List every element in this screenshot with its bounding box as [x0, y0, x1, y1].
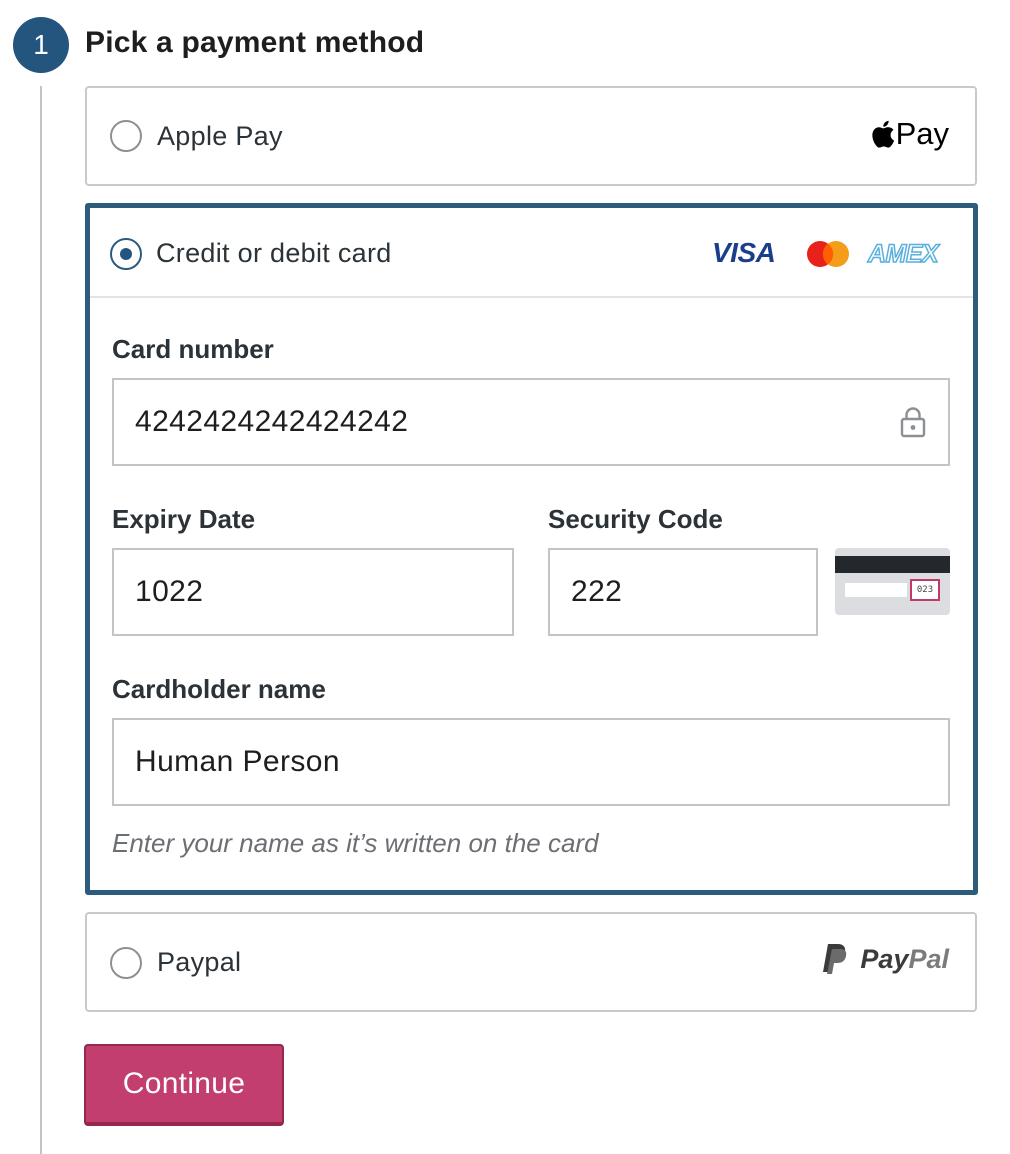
card-number-value: 4242424242424242: [135, 405, 409, 438]
apple-pay-radio[interactable]: [110, 120, 142, 152]
step-connector-line: [40, 86, 42, 1154]
mastercard-logo: [807, 241, 849, 267]
cvc-card-signature: [845, 583, 907, 597]
apple-icon: [871, 120, 894, 148]
card-radio[interactable]: [110, 238, 142, 270]
cardholder-name-value: Human Person: [135, 745, 340, 778]
payment-option-apple-pay[interactable]: Apple Pay Pay: [85, 86, 977, 186]
visa-logo: VISA: [712, 237, 776, 268]
card-number-input[interactable]: 4242424242424242: [112, 378, 950, 466]
paypal-logo-text-a: Pay: [860, 943, 909, 974]
expiry-date-input[interactable]: 1022: [112, 548, 514, 636]
cardholder-name-label: Cardholder name: [112, 674, 326, 704]
cardholder-name-input[interactable]: Human Person: [112, 718, 950, 806]
cardholder-name-hint: Enter your name as it’s written on the c…: [112, 828, 599, 858]
paypal-radio[interactable]: [110, 947, 142, 979]
card-number-label: Card number: [112, 334, 274, 364]
expiry-date-value: 1022: [135, 575, 204, 608]
apple-pay-logo-text: Pay: [895, 116, 949, 151]
amex-logo: AMEX: [867, 239, 939, 269]
step-number-badge: 1: [13, 17, 69, 73]
security-code-value: 222: [571, 575, 623, 608]
card-header-divider: [90, 296, 973, 298]
continue-button[interactable]: Continue: [84, 1044, 284, 1126]
step-title: Pick a payment method: [85, 26, 425, 59]
cvc-card-icon: 023: [835, 548, 950, 615]
expiry-date-label: Expiry Date: [112, 504, 256, 534]
paypal-icon: [823, 944, 847, 974]
lock-icon: [900, 407, 926, 438]
security-code-input[interactable]: 222: [548, 548, 818, 636]
cvc-card-code: 023: [910, 579, 940, 601]
security-code-label: Security Code: [548, 504, 723, 534]
apple-pay-logo: Pay: [871, 116, 949, 152]
apple-pay-label: Apple Pay: [157, 121, 283, 151]
paypal-label: Paypal: [157, 947, 242, 977]
payment-option-paypal[interactable]: Paypal Pay Pal: [85, 912, 977, 1012]
cvc-card-stripe: [835, 556, 950, 573]
paypal-logo: Pay Pal: [822, 942, 949, 976]
paypal-logo-text-b: Pal: [908, 943, 949, 974]
card-option-label: Credit or debit card: [156, 238, 392, 268]
payment-option-card[interactable]: Credit or debit card VISA AMEX Card numb…: [85, 203, 978, 895]
